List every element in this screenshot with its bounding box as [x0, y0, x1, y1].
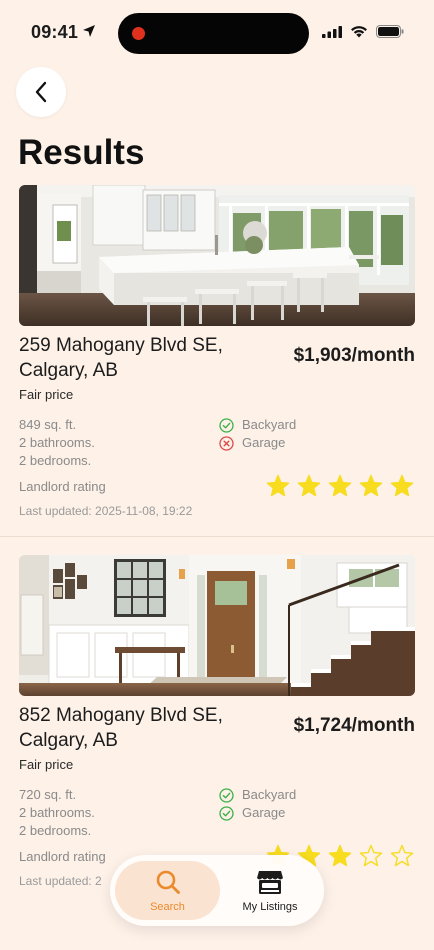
price-assessment: Fair price	[19, 387, 74, 402]
feature-label: Garage	[242, 805, 286, 820]
storefront-icon	[257, 870, 283, 894]
listing-specs: 720 sq. ft. 2 bathrooms. 2 bedrooms.	[19, 786, 95, 840]
feature-garage: Garage	[219, 434, 296, 452]
bottom-tab-bar: Search My Listings	[110, 855, 324, 926]
status-icons	[322, 25, 404, 38]
listing-specs: 849 sq. ft. 2 bathrooms. 2 bedrooms.	[19, 416, 95, 470]
landlord-rating-stars	[266, 474, 414, 498]
feature-label: Garage	[242, 435, 286, 450]
spec-bathrooms: 2 bathrooms.	[19, 805, 95, 820]
last-updated: Last updated: 2	[19, 874, 102, 888]
check-circle-icon	[219, 805, 234, 821]
listing-price: $1,724/month	[293, 715, 415, 736]
star-filled-icon	[328, 474, 352, 497]
tab-search-label: Search	[150, 900, 185, 913]
cross-circle-icon	[219, 435, 234, 451]
star-empty-icon	[390, 844, 414, 867]
back-button[interactable]	[16, 67, 66, 117]
listing-price: $1,903/month	[293, 345, 415, 366]
spec-area: 720 sq. ft.	[19, 787, 77, 802]
spec-bathrooms: 2 bathrooms.	[19, 435, 95, 450]
spec-bedrooms: 2 bedrooms.	[19, 453, 92, 468]
spec-bedrooms: 2 bedrooms.	[19, 823, 92, 838]
chevron-left-icon	[35, 81, 47, 103]
star-filled-icon	[328, 844, 352, 867]
tab-my-listings[interactable]: My Listings	[220, 861, 320, 920]
cellular-signal-icon	[322, 25, 342, 38]
star-filled-icon	[359, 474, 383, 497]
feature-label: Backyard	[242, 417, 297, 432]
star-filled-icon	[266, 474, 290, 497]
feature-label: Backyard	[242, 787, 297, 802]
listing-address: 852 Mahogany Blvd SE, Calgary, AB	[19, 705, 223, 751]
feature-garage: Garage	[219, 804, 296, 822]
listing-features: Backyard Garage	[219, 416, 296, 452]
star-filled-icon	[390, 474, 414, 497]
status-bar: 09:41	[0, 0, 434, 64]
listing-photo-entryway[interactable]	[19, 555, 415, 696]
feature-backyard: Backyard	[219, 786, 296, 804]
dynamic-island	[118, 13, 309, 54]
page-title: Results	[18, 133, 145, 172]
tab-my-listings-label: My Listings	[242, 900, 298, 913]
last-updated: Last updated: 2025-11-08, 19:22	[19, 504, 193, 518]
listing-photo-kitchen[interactable]	[19, 185, 415, 326]
search-icon	[156, 870, 180, 894]
star-filled-icon	[297, 474, 321, 497]
recording-dot-icon	[132, 27, 145, 40]
listing-features: Backyard Garage	[219, 786, 296, 822]
star-empty-icon	[359, 844, 383, 867]
status-time: 09:41	[31, 22, 79, 42]
landlord-rating-label: Landlord rating	[19, 849, 106, 864]
check-circle-icon	[219, 417, 234, 433]
wifi-icon	[351, 26, 367, 38]
spec-area: 849 sq. ft.	[19, 417, 77, 432]
battery-icon	[376, 25, 404, 38]
tab-search[interactable]: Search	[115, 861, 220, 920]
kitchen-photo-image	[19, 185, 415, 326]
landlord-rating-label: Landlord rating	[19, 479, 106, 494]
listing-divider	[0, 536, 434, 537]
location-arrow-icon	[83, 25, 95, 37]
entryway-photo-image	[19, 555, 415, 696]
check-circle-icon	[219, 787, 234, 803]
feature-backyard: Backyard	[219, 416, 296, 434]
price-assessment: Fair price	[19, 757, 74, 772]
listing-address: 259 Mahogany Blvd SE, Calgary, AB	[19, 335, 223, 381]
